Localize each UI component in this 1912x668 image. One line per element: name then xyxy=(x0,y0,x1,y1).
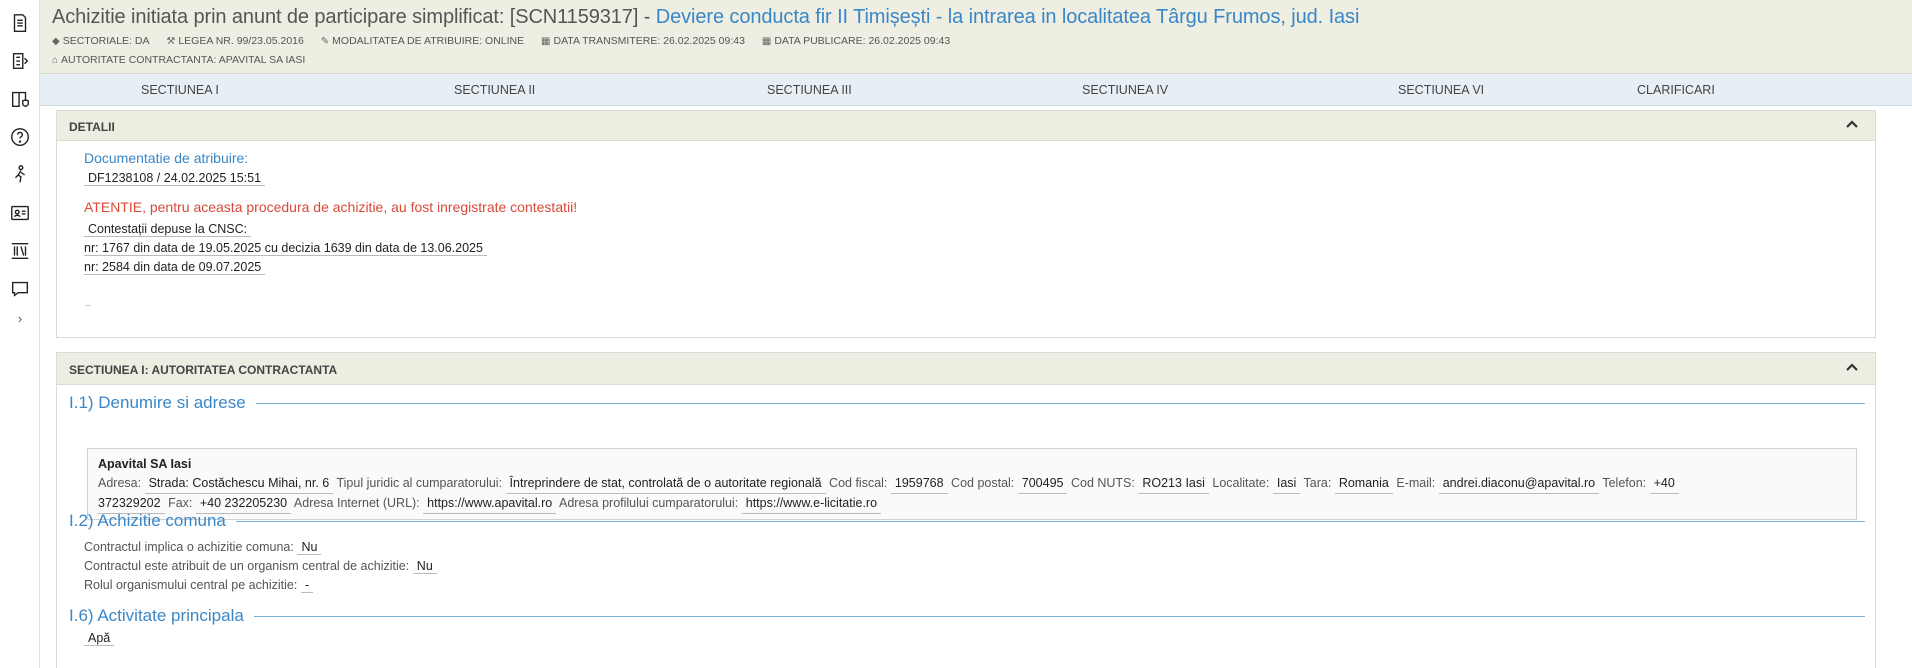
institution-icon: ⌂ xyxy=(52,55,59,66)
meta-sectoriale: SECTORIALE: DA xyxy=(62,35,150,47)
heading-activitate-principala: I.6) Activitate principala xyxy=(69,606,1865,626)
cod-fiscal-value: 1959768 xyxy=(890,474,948,494)
calendar-icon: ▦ xyxy=(541,36,551,47)
email-label: E-mail: xyxy=(1396,476,1436,490)
central-value: Nu xyxy=(412,559,437,574)
list-icon[interactable] xyxy=(8,49,32,73)
empty-field xyxy=(85,294,91,306)
comuna-row: Contractul implica o achizitie comuna: N… xyxy=(84,539,322,555)
person-walk-icon[interactable] xyxy=(8,163,32,187)
adresa-value: Strada: Costăchescu Mihai, nr. 6 xyxy=(144,474,334,494)
localitate-value: Iasi xyxy=(1272,474,1301,494)
sectiunea-i-panel: SECTIUNEA I: AUTORITATEA CONTRACTANTA I.… xyxy=(56,352,1876,668)
nuts-label: Cod NUTS: xyxy=(1070,476,1135,490)
central-row: Contractul este atribuit de un organism … xyxy=(84,558,437,574)
fax-label: Fax: xyxy=(168,496,193,510)
comuna-label: Contractul implica o achizitie comuna: xyxy=(84,540,294,554)
help-icon[interactable] xyxy=(8,125,32,149)
comuna-value: Nu xyxy=(297,540,322,555)
divider xyxy=(235,520,1865,522)
meta-publicare: DATA PUBLICARE: 26.02.2025 09:43 xyxy=(774,35,951,47)
tab-clarificari[interactable]: CLARIFICARI xyxy=(1637,74,1715,106)
collapse-icon[interactable] xyxy=(1845,360,1863,378)
doc-value[interactable]: DF1238108 / 24.02.2025 15:51 xyxy=(84,171,266,186)
expand-rail-icon[interactable]: › xyxy=(12,311,28,327)
pen-icon: ✎ xyxy=(320,36,330,47)
localitate-label: Localitate: xyxy=(1212,476,1270,490)
divider xyxy=(255,402,1865,404)
contest-label: Contestații depuse la CNSC: xyxy=(84,222,252,237)
tab-sectiunea-ii[interactable]: SECTIUNEA II xyxy=(454,74,535,106)
heading-text: I.1) Denumire si adrese xyxy=(69,393,246,412)
heading-denumire-adrese: I.1) Denumire si adrese xyxy=(69,393,1865,413)
rol-label: Rolul organismului central pe achizitie: xyxy=(84,578,298,592)
title-prefix: Achizitie initiata prin anunt de partici… xyxy=(52,6,656,28)
chat-icon[interactable] xyxy=(8,277,32,301)
sectiunea-i-header: SECTIUNEA I: AUTORITATEA CONTRACTANTA xyxy=(57,353,1875,385)
gavel-icon: ⚒ xyxy=(166,36,176,47)
meta-modalitate: MODALITATEA DE ATRIBUIRE: ONLINE xyxy=(332,35,525,47)
heading-achizitie-comuna: I.2) Achizitie comuna xyxy=(69,511,1865,531)
detalii-header: DETALII xyxy=(57,111,1875,141)
doc-label: Documentatie de atribuire: xyxy=(84,150,249,166)
book-shield-icon[interactable] xyxy=(8,87,32,111)
telefon-value-part1: +40 xyxy=(1649,474,1679,494)
detalii-panel: DETALII Documentatie de atribuire: DF123… xyxy=(56,110,1876,338)
heading-text: I.6) Activitate principala xyxy=(69,606,244,625)
profil-label: Adresa profilului cumparatorului: xyxy=(559,496,739,510)
rol-value: - xyxy=(300,578,314,593)
divider xyxy=(253,615,1865,617)
entity-name: Apavital SA Iasi xyxy=(98,457,192,471)
heading-text: I.2) Achizitie comuna xyxy=(69,511,226,530)
left-rail: › xyxy=(0,0,40,668)
contest-item-2[interactable]: nr: 2584 din data de 09.07.2025 xyxy=(84,260,266,275)
cod-postal-value: 700495 xyxy=(1017,474,1068,494)
contest-item-1[interactable]: nr: 1767 din data de 19.05.2025 cu deciz… xyxy=(84,241,487,256)
meta-autoritate: AUTORITATE CONTRACTANTA: APAVITAL SA IAS… xyxy=(61,54,306,66)
meta-row-authority: ⌂ AUTORITATE CONTRACTANTA: APAVITAL SA IA… xyxy=(52,54,305,66)
sectiunea-i-title: SECTIUNEA I: AUTORITATEA CONTRACTANTA xyxy=(69,363,338,377)
tara-value: Romania xyxy=(1334,474,1393,494)
email-value[interactable]: andrei.diaconu@apavital.ro xyxy=(1438,474,1600,494)
tara-label: Tara: xyxy=(1303,476,1332,490)
tip-juridic-value: Întreprindere de stat, controlată de o a… xyxy=(505,474,826,494)
tab-sectiunea-iv[interactable]: SECTIUNEA IV xyxy=(1082,74,1168,106)
calendar-icon: ▦ xyxy=(761,36,772,47)
meta-transmitere: DATA TRANSMITERE: 26.02.2025 09:43 xyxy=(553,35,745,47)
cod-fiscal-label: Cod fiscal: xyxy=(829,476,888,490)
nuts-value: RO213 Iasi xyxy=(1138,474,1209,494)
tab-sectiunea-iii[interactable]: SECTIUNEA III xyxy=(767,74,852,106)
activitate-value: Apă xyxy=(84,631,115,646)
cod-postal-label: Cod postal: xyxy=(951,476,1015,490)
library-icon[interactable] xyxy=(8,239,32,263)
section-tabs: SECTIUNEA I SECTIUNEA II SECTIUNEA III S… xyxy=(40,74,1912,106)
meta-row: ◆ SECTORIALE: DA ⚒ LEGEA NR. 99/23.05.2016… xyxy=(52,35,964,47)
meta-legea: LEGEA NR. 99/23.05.2016 xyxy=(178,35,304,47)
adresa-label: Adresa: xyxy=(98,476,142,490)
detalii-title: DETALII xyxy=(69,120,115,134)
telefon-label: Telefon: xyxy=(1602,476,1647,490)
tab-sectiunea-i[interactable]: SECTIUNEA I xyxy=(141,74,219,106)
tab-sectiunea-vi[interactable]: SECTIUNEA VI xyxy=(1398,74,1484,106)
url-label: Adresa Internet (URL): xyxy=(293,496,420,510)
rol-row: Rolul organismului central pe achizitie:… xyxy=(84,577,314,593)
contact-card-icon[interactable] xyxy=(8,201,32,225)
central-label: Contractul este atribuit de un organism … xyxy=(84,559,410,573)
procedure-header: Achizitie initiata prin anunt de partici… xyxy=(40,0,1912,74)
tag-icon: ◆ xyxy=(52,36,60,47)
contest-warning: ATENTIE, pentru aceasta procedura de ach… xyxy=(84,199,578,215)
document-icon[interactable] xyxy=(8,11,32,35)
collapse-icon[interactable] xyxy=(1845,117,1863,135)
title-link[interactable]: Deviere conducta fir II Timișești - la i… xyxy=(656,6,1360,28)
tip-juridic-label: Tipul juridic al cumparatorului: xyxy=(336,476,503,490)
address-box: Apavital SA Iasi Adresa: Strada: Costăch… xyxy=(87,448,1857,520)
page-title: Achizitie initiata prin anunt de partici… xyxy=(52,6,1359,29)
